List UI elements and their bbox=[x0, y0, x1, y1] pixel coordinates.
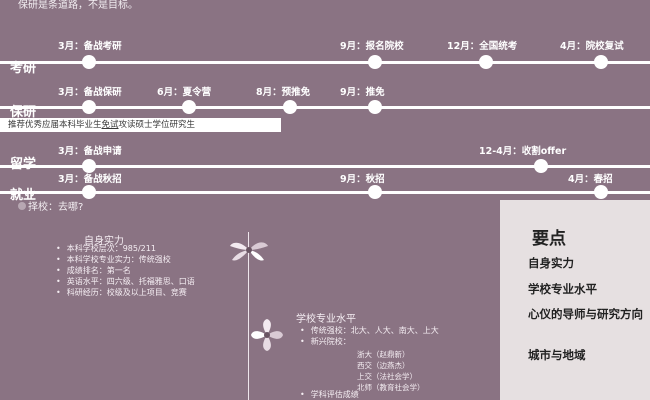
event-label: 8月：预推免 bbox=[256, 87, 311, 98]
list-subitem: 浙大（赵鼎新） bbox=[357, 350, 410, 359]
event-label: 4月：院校复试 bbox=[560, 41, 624, 52]
event-label: 12-4月：收割offer bbox=[479, 146, 567, 157]
timeline-dot[interactable] bbox=[479, 55, 493, 69]
event-label: 4月：春招 bbox=[568, 174, 613, 185]
list-item: 本科学校专业实力：传统强校 bbox=[56, 254, 195, 265]
key-point-item: 学校专业水平 bbox=[528, 282, 597, 296]
timeline-line bbox=[0, 61, 650, 64]
timeline-dot[interactable] bbox=[82, 185, 96, 199]
event-label: 9月：报名院校 bbox=[340, 41, 404, 52]
timeline-dot[interactable] bbox=[534, 159, 548, 173]
list-subitem: 西交（边燕杰） bbox=[357, 361, 410, 370]
slide: 保研是条道路，不是目标。 3月：备战考研 9月：报名院校 12月：全国统考 4月… bbox=[0, 0, 650, 400]
school-major-list-more: 学科评估成绩 bbox=[300, 389, 359, 400]
timeline-line bbox=[0, 165, 650, 168]
school-major-title: 学校专业水平 bbox=[296, 314, 356, 325]
list-item: 学科评估成绩 bbox=[300, 389, 359, 400]
timeline-dot[interactable] bbox=[594, 185, 608, 199]
tooltip-text: 推荐优秀应届本科毕业生 bbox=[8, 120, 102, 130]
timeline-dot[interactable] bbox=[82, 100, 96, 114]
event-label: 3月：备战秋招 bbox=[58, 174, 122, 185]
timeline-dot[interactable] bbox=[182, 100, 196, 114]
flower-icon bbox=[251, 319, 283, 351]
tooltip-text: 攻读硕士学位研究生 bbox=[118, 120, 196, 130]
event-label: 3月：备战保研 bbox=[58, 87, 122, 98]
key-points-panel: 要点 自身实力 学校专业水平 心仪的导师与研究方向 城市与地域 bbox=[500, 200, 650, 400]
top-note: 保研是条道路，不是目标。 bbox=[18, 0, 138, 11]
timeline-dot[interactable] bbox=[368, 100, 382, 114]
timeline-dot[interactable] bbox=[283, 100, 297, 114]
timeline-dot[interactable] bbox=[594, 55, 608, 69]
self-strength-list: 本科学校层次：985/211 本科学校专业实力：传统强校 成绩排名：第一名 英语… bbox=[56, 243, 195, 298]
event-label: 3月：备战考研 bbox=[58, 41, 122, 52]
timeline-dot[interactable] bbox=[82, 55, 96, 69]
list-item: 成绩排名：第一名 bbox=[56, 265, 195, 276]
flower-icon bbox=[230, 242, 268, 261]
key-point-item: 自身实力 bbox=[528, 256, 574, 270]
tooltip-underlined-text: 免试 bbox=[101, 120, 119, 130]
choose-school-prompt: 择校：去哪? bbox=[18, 198, 83, 213]
choose-text: 择校：去哪? bbox=[28, 202, 84, 213]
timeline-dot[interactable] bbox=[368, 185, 382, 199]
event-label: 9月：秋招 bbox=[340, 174, 385, 185]
list-subitem: 北师（教育社会学） bbox=[357, 383, 425, 392]
list-item: 传统强校：北大、人大、南大、上大 bbox=[300, 325, 439, 336]
track-label: 留学 bbox=[10, 157, 37, 172]
timeline-line bbox=[0, 191, 650, 194]
list-subitem: 上交（法社会学） bbox=[357, 372, 417, 381]
key-point-item: 心仪的导师与研究方向 bbox=[528, 307, 643, 321]
event-label: 3月：备战申请 bbox=[58, 146, 122, 157]
key-points-heading: 要点 bbox=[532, 229, 566, 249]
event-label: 6月：夏令营 bbox=[157, 87, 212, 98]
list-item: 科研经历：校级及以上项目、竞赛 bbox=[56, 287, 195, 298]
list-item: 本科学校层次：985/211 bbox=[56, 243, 195, 254]
bullet-icon bbox=[18, 201, 26, 210]
emerging-schools-list: 浙大（赵鼎新） 西交（边燕杰） 上交（法社会学） 北师（教育社会学） bbox=[357, 349, 425, 393]
timeline-line bbox=[0, 106, 650, 109]
list-item: 英语水平：四六级、托福雅思、口语 bbox=[56, 276, 195, 287]
school-major-list: 传统强校：北大、人大、南大、上大 新兴院校： bbox=[300, 325, 439, 347]
track-label: 考研 bbox=[10, 61, 37, 76]
event-label: 9月：推免 bbox=[340, 87, 385, 98]
baoyan-definition-tooltip: 推荐优秀应届本科毕业生免试攻读硕士学位研究生 bbox=[0, 118, 281, 132]
event-label: 12月：全国统考 bbox=[447, 41, 518, 52]
list-item: 新兴院校： bbox=[300, 336, 439, 347]
timeline-dot[interactable] bbox=[368, 55, 382, 69]
key-point-item: 城市与地域 bbox=[528, 348, 586, 362]
